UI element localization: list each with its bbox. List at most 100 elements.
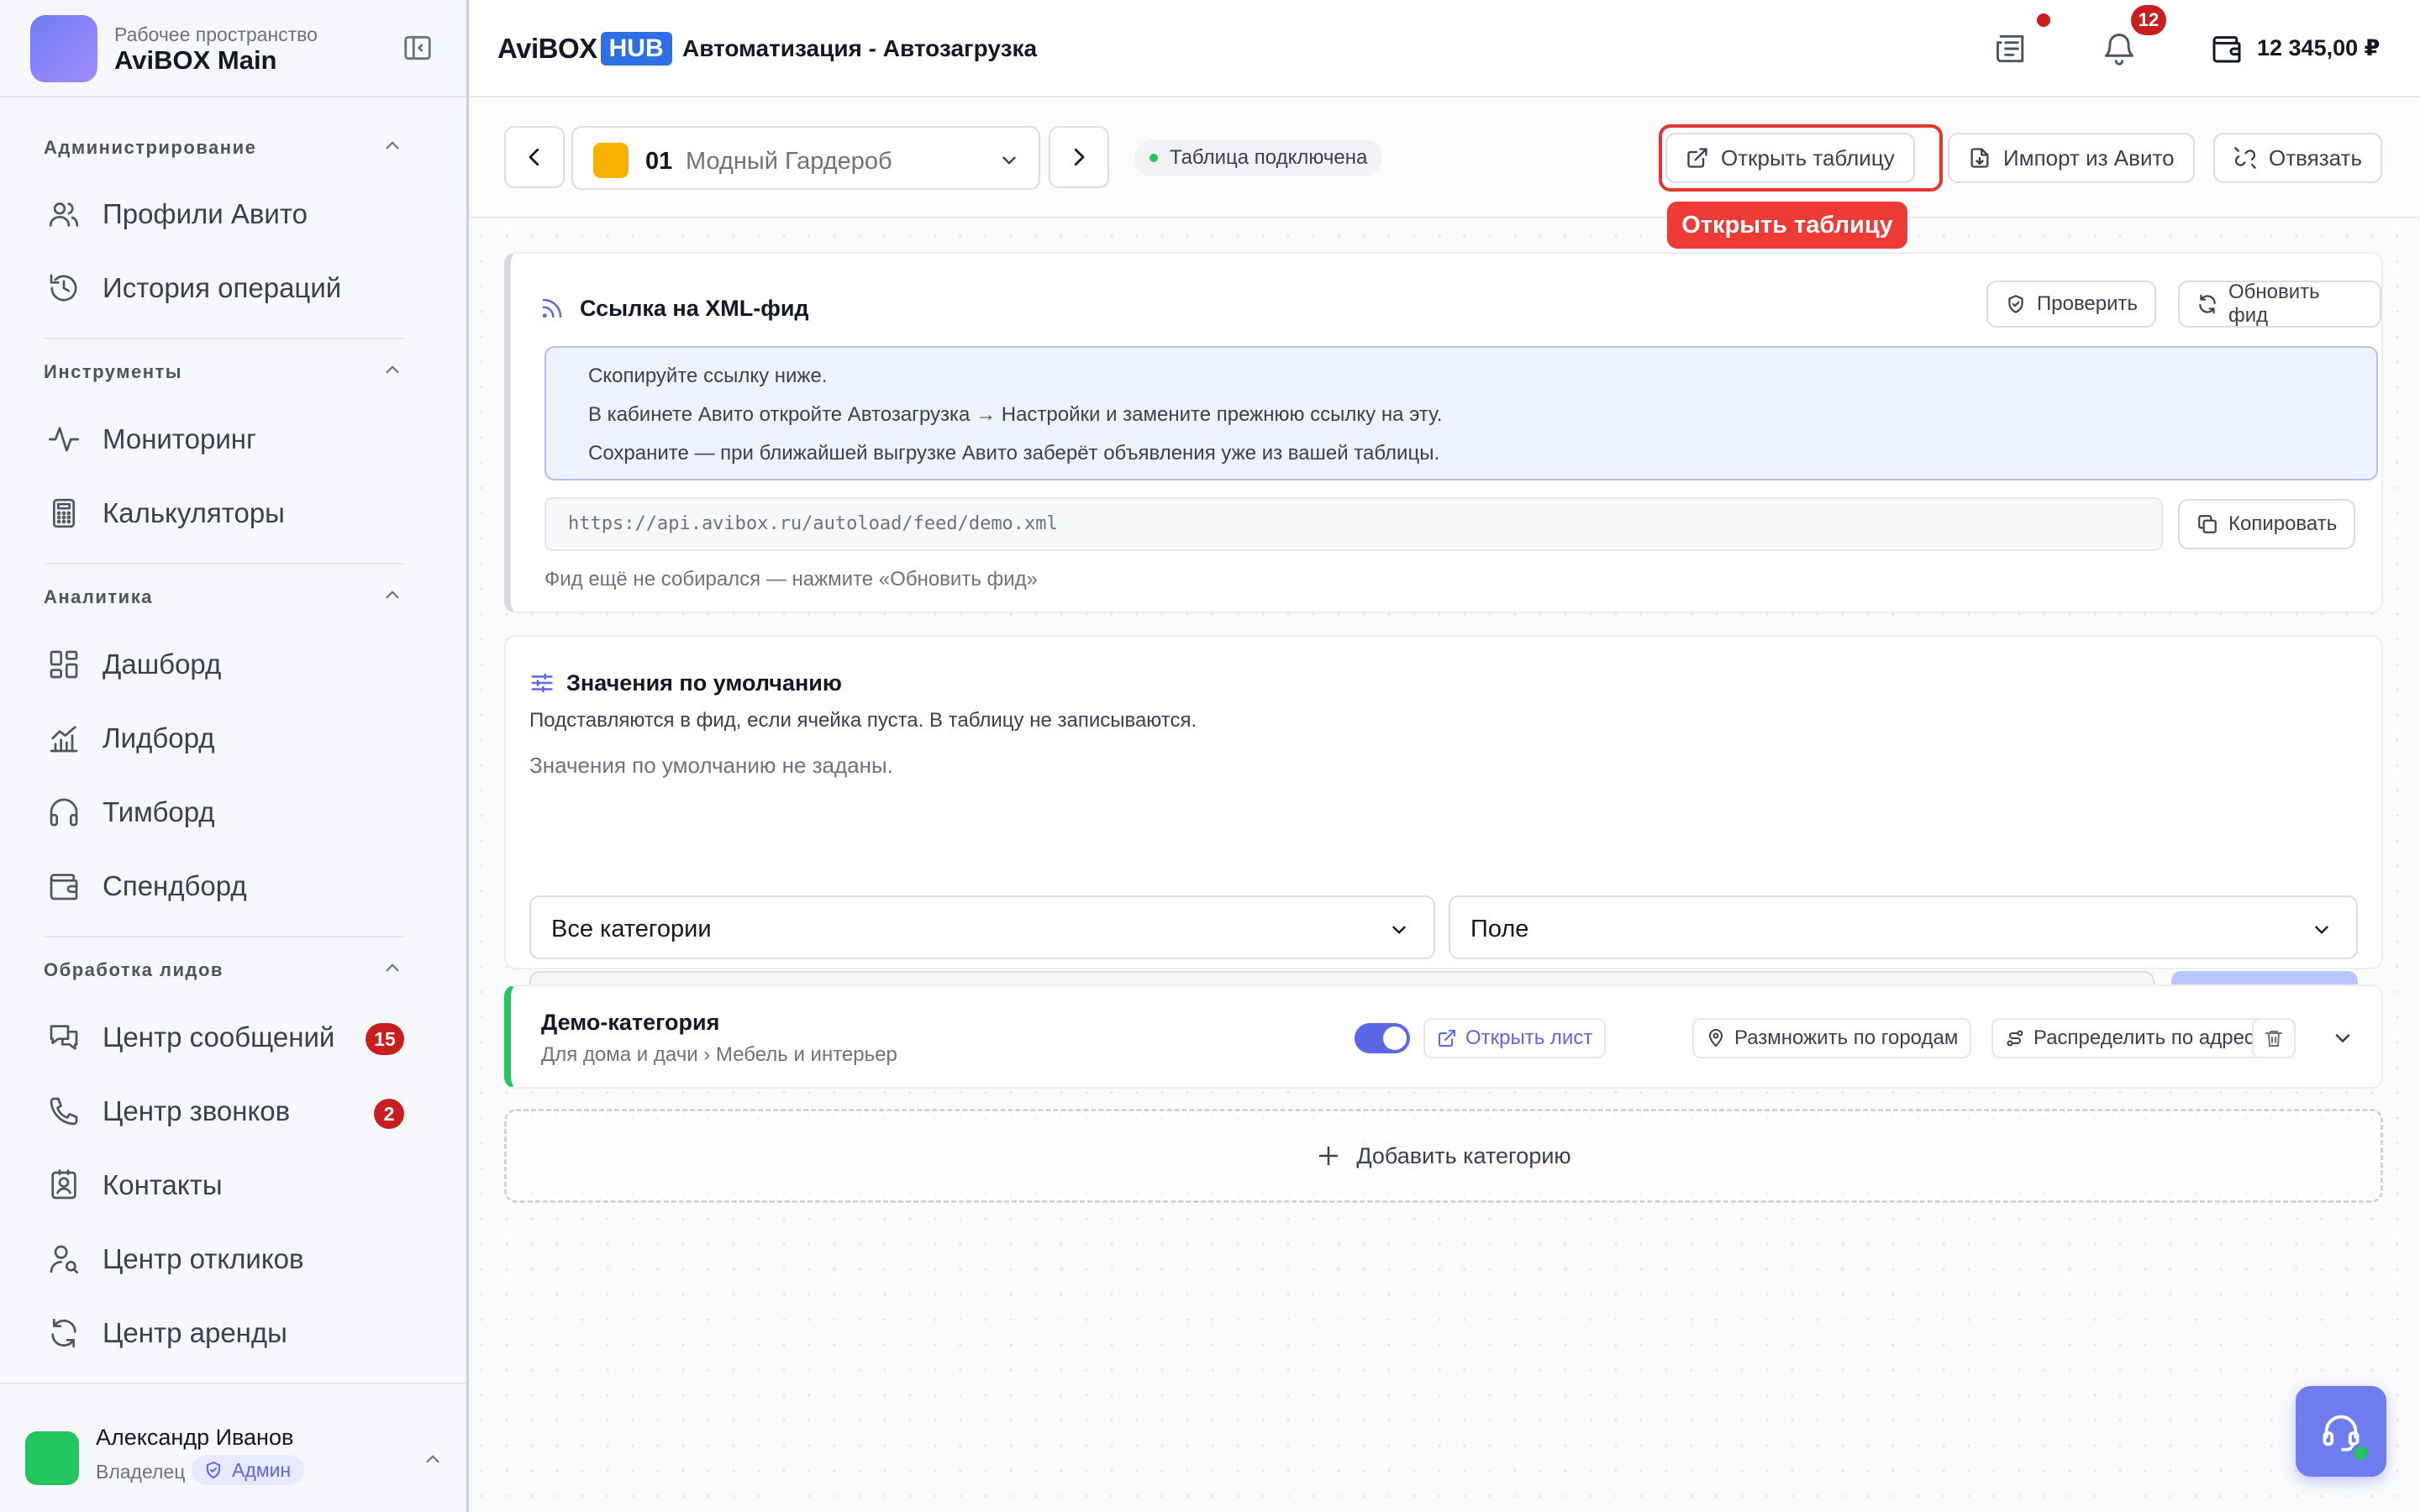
- sidebar-item-label: Контакты: [103, 1169, 223, 1200]
- feed-note: Фид ещё не собирался — нажмите «Обновить…: [544, 568, 1038, 591]
- sidebar-item-spendboard[interactable]: Спендборд: [44, 855, 413, 914]
- calculator-icon: [47, 496, 81, 530]
- user-search-icon: [47, 1242, 81, 1276]
- connection-status: Таблица подключена: [1134, 139, 1383, 176]
- multiply-label: Размножить по городам: [1734, 1026, 1959, 1049]
- support-chat-button[interactable]: [2296, 1386, 2386, 1477]
- app-logo[interactable]: AviBOX HUB: [497, 32, 672, 66]
- next-profile-button[interactable]: [1049, 126, 1109, 188]
- route-icon: [2005, 1028, 2025, 1048]
- section-title-leads: Обработка лидов: [44, 959, 224, 980]
- sidebar-item-leadboard[interactable]: Лидборд: [44, 707, 413, 766]
- headphones-icon: [47, 795, 81, 829]
- sidebar-item-label: Лидборд: [103, 722, 215, 753]
- users-icon: [47, 197, 81, 231]
- profile-select[interactable]: 01 Модный Гардероб: [571, 126, 1040, 190]
- news-icon[interactable]: [1993, 30, 2030, 67]
- sidebar-item-messages[interactable]: Центр сообщений 15: [44, 1006, 413, 1065]
- shield-icon: [203, 1460, 224, 1480]
- sidebar-item-avito-profiles[interactable]: Профили Авито: [44, 183, 413, 242]
- import-avito-label: Импорт из Авито: [2003, 144, 2175, 171]
- copy-button[interactable]: Копировать: [2178, 499, 2356, 549]
- sidebar-item-label: Центр откликов: [103, 1243, 304, 1274]
- top-bar: AviBOX HUB Автоматизация - Автозагрузка …: [469, 0, 2420, 97]
- wallet-icon[interactable]: [2210, 32, 2244, 66]
- user-role: Владелец: [96, 1461, 186, 1483]
- distribute-addresses-button[interactable]: Распределить по адресам: [1991, 1018, 2293, 1058]
- chevron-left-icon: [522, 144, 547, 170]
- user-name: Александр Иванов: [96, 1425, 294, 1450]
- avatar: [25, 1431, 79, 1485]
- balance[interactable]: 12 345,00 ₽: [2257, 35, 2380, 61]
- multiply-cities-button[interactable]: Размножить по городам: [1692, 1018, 1972, 1058]
- instruction-line: Сохраните — при ближайшей выгрузке Авито…: [588, 442, 1440, 465]
- notifications-badge: 12: [2131, 5, 2166, 35]
- category-toggle[interactable]: [1355, 1023, 1410, 1053]
- chevron-up-icon[interactable]: [422, 1448, 444, 1470]
- instruction-line: Скопируйте ссылку ниже.: [588, 365, 828, 387]
- map-pin-icon: [1706, 1028, 1726, 1048]
- chevron-up-icon[interactable]: [381, 134, 403, 156]
- sidebar-item-calculators[interactable]: Калькуляторы: [44, 482, 413, 541]
- user-profile[interactable]: Александр Иванов Владелец Админ: [0, 1383, 466, 1512]
- tooltip: Открыть таблицу: [1667, 202, 1907, 249]
- bell-icon[interactable]: [2101, 30, 2138, 67]
- refresh-feed-button[interactable]: Обновить фид: [2178, 281, 2381, 328]
- check-button[interactable]: Проверить: [1986, 281, 2157, 328]
- news-unread-dot: [2037, 13, 2050, 27]
- wallet-icon: [47, 869, 81, 903]
- sidebar-item-history[interactable]: История операций: [44, 257, 413, 316]
- chevron-right-icon: [1066, 144, 1092, 170]
- online-status-dot: [2351, 1443, 2371, 1463]
- sidebar-item-label: Мониторинг: [103, 423, 257, 454]
- sidebar: Рабочее пространство AviBOX Main Админис…: [0, 0, 469, 1512]
- sidebar-item-teamboard[interactable]: Тимборд: [44, 781, 413, 840]
- defaults-card: Значения по умолчанию Подставляются в фи…: [504, 635, 2383, 1035]
- chevron-down-icon: [1388, 919, 1410, 941]
- sidebar-item-rental[interactable]: Центр аренды: [44, 1302, 413, 1361]
- open-sheet-button[interactable]: Открыть лист: [1423, 1018, 1607, 1058]
- status-label: Таблица подключена: [1170, 146, 1368, 169]
- profile-number: 01: [645, 148, 673, 175]
- sidebar-item-label: Профили Авито: [103, 198, 308, 229]
- sidebar-item-responses[interactable]: Центр откликов: [44, 1228, 413, 1287]
- chevron-down-icon: [998, 150, 1020, 171]
- main-content: 01 Модный Гардероб Таблица подключена От…: [469, 97, 2420, 1512]
- copy-icon: [2196, 513, 2218, 535]
- sidebar-item-monitoring[interactable]: Мониторинг: [44, 408, 413, 467]
- chevron-down-icon[interactable]: [2331, 1026, 2354, 1050]
- role-badge: Админ: [192, 1455, 305, 1485]
- category-select[interactable]: Все категории: [529, 895, 1435, 959]
- import-avito-button[interactable]: Импорт из Авито: [1948, 133, 2195, 183]
- defaults-title: Значения по умолчанию: [566, 670, 842, 696]
- category-path: Для дома и дачи › Мебель и интерьер: [541, 1043, 897, 1066]
- xml-feed-card: Ссылка на XML-фид Проверить Обновить фид…: [504, 252, 2383, 613]
- workspace-subtitle: Рабочее пространство: [114, 24, 318, 45]
- workspace-switcher[interactable]: Рабочее пространство AviBOX Main: [0, 0, 466, 97]
- chevron-up-icon[interactable]: [381, 584, 403, 606]
- feed-url-field[interactable]: https://api.avibox.ru/autoload/feed/demo…: [544, 497, 2163, 551]
- check-label: Проверить: [2037, 292, 2139, 315]
- sidebar-item-calls[interactable]: Центр звонков 2: [44, 1080, 413, 1139]
- instructions-box: Скопируйте ссылку ниже. В кабинете Авито…: [544, 346, 2378, 480]
- chart-icon: [47, 722, 81, 755]
- field-select[interactable]: Поле: [1449, 895, 2358, 959]
- category-name: Демо-категория: [541, 1010, 720, 1035]
- chevron-up-icon[interactable]: [381, 359, 403, 381]
- category-row: Демо-категория Для дома и дачи › Мебель …: [504, 984, 2383, 1089]
- sidebar-collapse-icon[interactable]: [402, 32, 434, 64]
- profile-name: Модный Гардероб: [686, 148, 892, 175]
- highlight-ring: [1659, 124, 1943, 192]
- missed-calls-badge: 2: [374, 1099, 404, 1129]
- sidebar-item-dashboard[interactable]: Дашборд: [44, 633, 413, 692]
- sidebar-item-label: Спендборд: [103, 870, 247, 901]
- add-category-button[interactable]: Добавить категорию: [504, 1109, 2383, 1203]
- delete-category-button[interactable]: [2252, 1018, 2296, 1058]
- status-dot: [1150, 154, 1158, 162]
- sidebar-item-contacts[interactable]: Контакты: [44, 1154, 413, 1213]
- prev-profile-button[interactable]: [504, 126, 565, 188]
- chevron-up-icon[interactable]: [381, 957, 403, 979]
- unlink-button[interactable]: Отвязать: [2213, 133, 2382, 183]
- defaults-empty-state: Значения по умолчанию не заданы.: [529, 753, 893, 778]
- refresh-feed-label: Обновить фид: [2228, 281, 2320, 327]
